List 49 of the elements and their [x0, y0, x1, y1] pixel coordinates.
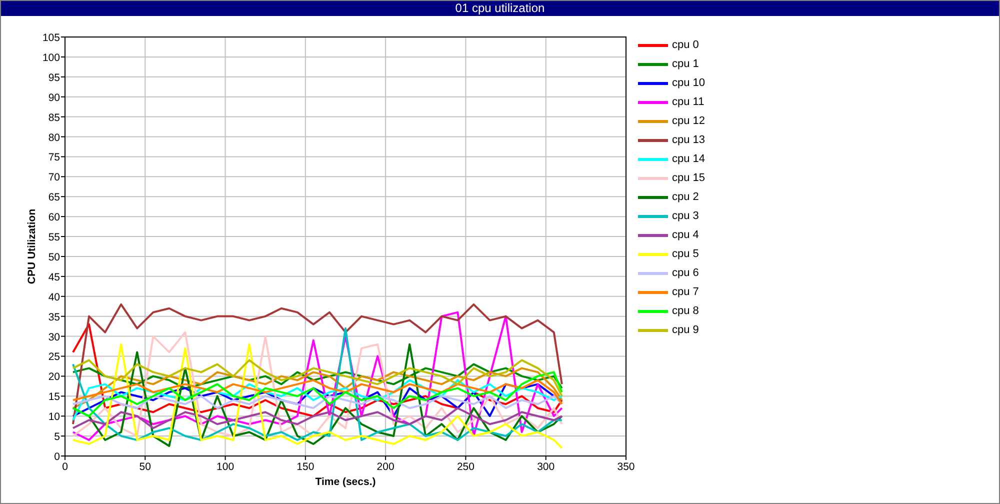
legend-label: cpu 4 — [672, 229, 699, 241]
legend-label: cpu 3 — [672, 210, 699, 222]
y-tick-label: 30 — [48, 331, 60, 344]
x-tick-label: 50 — [139, 461, 151, 473]
x-tick-label: 0 — [62, 461, 68, 473]
x-tick-label: 200 — [376, 461, 394, 473]
y-tick-label: 75 — [48, 152, 60, 164]
legend-label: cpu 5 — [672, 248, 699, 260]
y-tick-label: 10 — [48, 411, 60, 424]
y-tick-label: 90 — [48, 92, 60, 104]
y-tick-label: 65 — [48, 192, 60, 204]
legend-label: cpu 9 — [672, 324, 699, 336]
x-axis-title: Time (secs.) — [315, 476, 376, 488]
window-title: 01 cpu utilization — [1, 1, 999, 16]
y-tick-label: 105 — [42, 32, 60, 44]
y-axis-title: CPU Utilization — [26, 208, 38, 284]
y-tick-label: 45 — [48, 271, 60, 284]
y-tick-label: 50 — [48, 251, 60, 264]
legend-label: cpu 10 — [672, 77, 706, 89]
y-tick-label: 80 — [48, 132, 60, 144]
x-tick-label: 350 — [617, 461, 635, 473]
x-tick-label: 150 — [296, 461, 314, 473]
y-tick-label: 20 — [48, 371, 60, 384]
legend-label: cpu 7 — [672, 286, 699, 298]
legend-label: cpu 11 — [672, 96, 704, 108]
x-tick-label: 250 — [456, 461, 474, 473]
legend-label: cpu 12 — [672, 115, 706, 127]
y-tick-label: 95 — [48, 72, 60, 84]
legend-label: cpu 1 — [672, 58, 699, 70]
legend-label: cpu 13 — [672, 134, 706, 146]
x-tick-label: 100 — [216, 461, 234, 473]
legend-label: cpu 2 — [672, 191, 699, 203]
legend-label: cpu 0 — [672, 39, 699, 51]
legend-label: cpu 15 — [672, 172, 706, 184]
y-tick-label: 100 — [42, 52, 60, 64]
y-tick-label: 5 — [54, 431, 60, 444]
y-tick-label: 60 — [48, 212, 60, 224]
y-tick-label: 25 — [48, 351, 60, 364]
y-tick-label: 15 — [48, 391, 60, 404]
x-tick-label: 300 — [537, 461, 555, 473]
legend-label: cpu 8 — [672, 305, 699, 317]
y-tick-label: 40 — [48, 291, 60, 304]
legend-label: cpu 6 — [672, 267, 699, 279]
y-tick-label: 55 — [48, 232, 60, 244]
y-tick-label: 70 — [48, 172, 60, 184]
y-tick-label: 85 — [48, 112, 60, 124]
y-tick-label: 35 — [48, 311, 60, 324]
legend-label: cpu 14 — [672, 153, 706, 165]
y-tick-label: 0 — [54, 451, 60, 463]
